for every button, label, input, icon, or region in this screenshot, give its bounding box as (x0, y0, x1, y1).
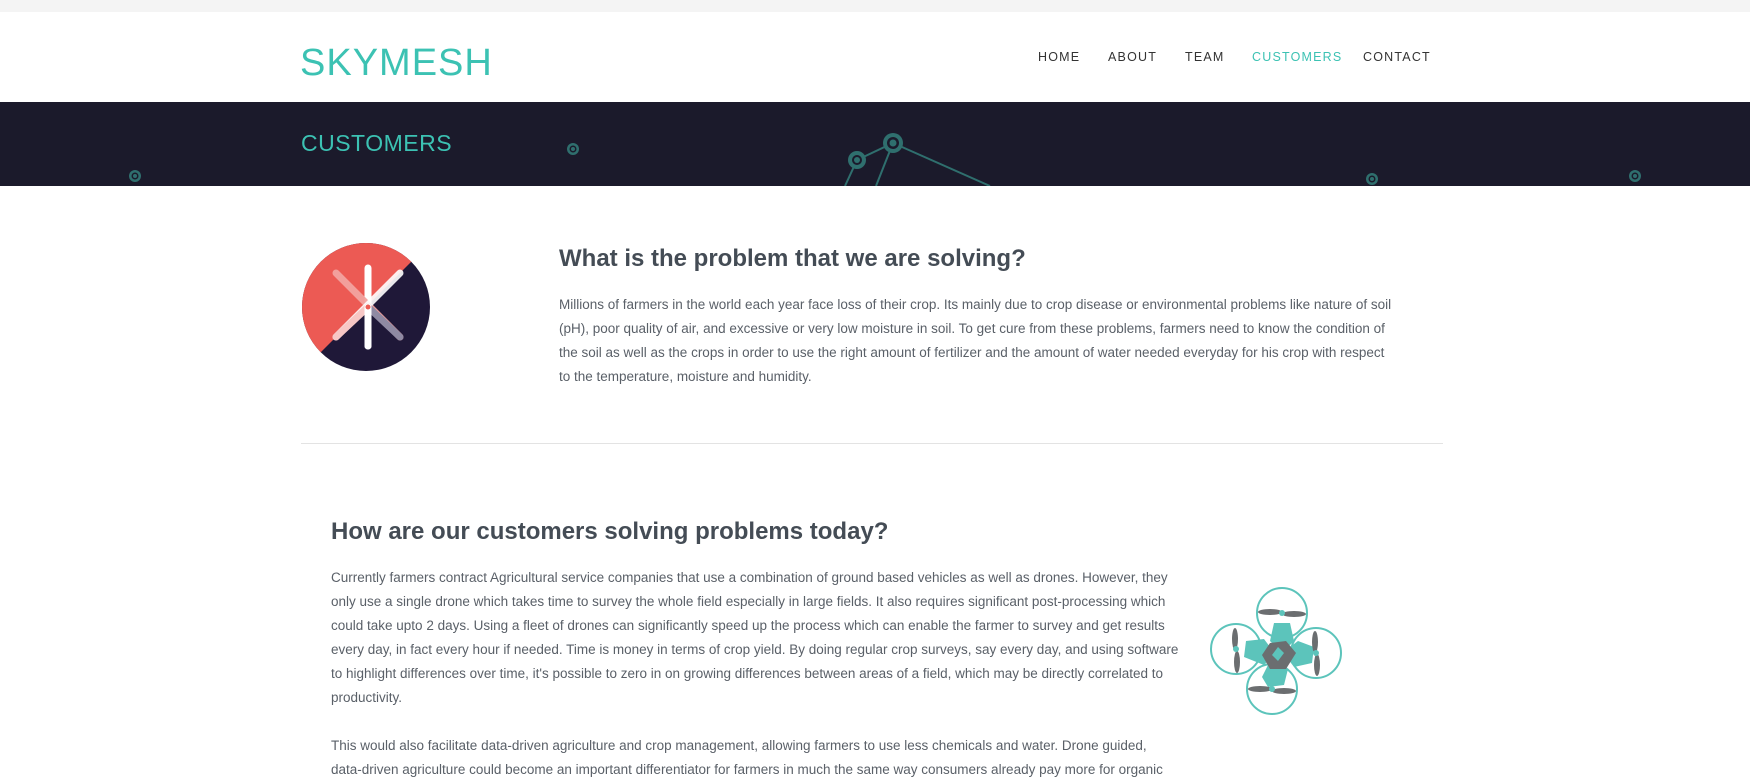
section2-paragraph-2: This would also facilitate data-driven a… (331, 734, 1163, 782)
network-decoration (129, 133, 1641, 186)
section2-line: every day, in fact every hour if needed.… (331, 642, 1179, 657)
section2-line: productivity. (331, 690, 403, 705)
nav-contact[interactable]: CONTACT (1363, 50, 1431, 64)
page-banner: CUSTOMERS (0, 102, 1750, 186)
section2-line: only use a single drone which takes time… (331, 594, 1166, 609)
section1-paragraph: Millions of farmers in the world each ye… (559, 293, 1391, 389)
top-strip (0, 0, 1750, 12)
section2-line: Currently farmers contract Agricultural … (331, 570, 1168, 585)
section2-heading: How are our customers solving problems t… (331, 518, 889, 545)
section-divider (301, 443, 1443, 444)
section1-heading: What is the problem that we are solving? (559, 245, 1026, 272)
section1-line: the soil as well as the crops in order t… (559, 345, 1385, 360)
section1-line: to the temperature, moisture and humidit… (559, 369, 812, 384)
section2-line: data-driven agriculture could become an … (331, 762, 1163, 777)
section1-line: Millions of farmers in the world each ye… (559, 297, 1392, 312)
nav-about[interactable]: ABOUT (1108, 50, 1157, 64)
page-title: CUSTOMERS (301, 130, 453, 156)
skymesh-logo-icon (302, 243, 430, 371)
drone-icon (1208, 585, 1344, 717)
nav-customers[interactable]: CUSTOMERS (1252, 50, 1342, 64)
section1-line: (pH), poor quality of air, and excessive… (559, 321, 1385, 336)
section2-line: to highlight differences over time, it's… (331, 666, 1164, 681)
section2-line: could take upto 2 days. Using a fleet of… (331, 618, 1165, 633)
nav-team[interactable]: TEAM (1185, 50, 1225, 64)
main-nav: HOME ABOUT TEAM CUSTOMERS CONTACT (0, 50, 1750, 68)
navbar: SKYMESH HOME ABOUT TEAM CUSTOMERS CONTAC… (0, 12, 1750, 102)
section2-paragraph-1: Currently farmers contract Agricultural … (331, 566, 1178, 710)
nav-home[interactable]: HOME (1038, 50, 1080, 64)
section2-line: This would also facilitate data-driven a… (331, 738, 1147, 753)
